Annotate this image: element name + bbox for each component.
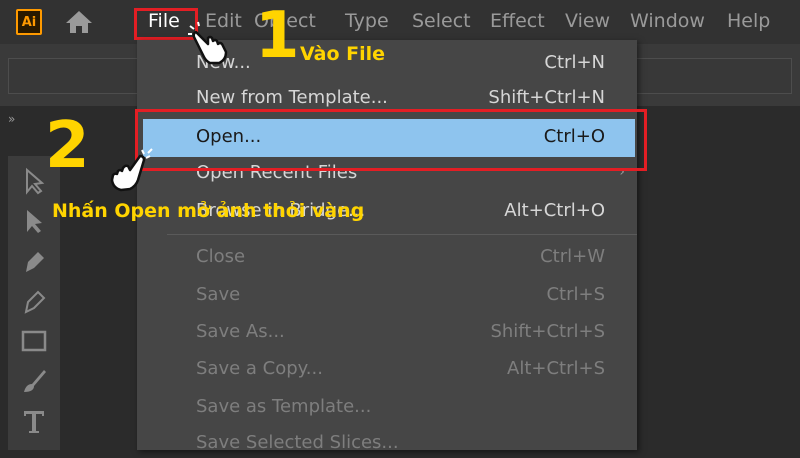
menu-window[interactable]: Window bbox=[630, 10, 705, 32]
brush-tool-icon[interactable] bbox=[18, 366, 50, 396]
illustrator-logo-icon[interactable]: Ai bbox=[16, 9, 42, 35]
menu-item-close[interactable]: Close Ctrl+W bbox=[137, 242, 637, 272]
type-tool-icon[interactable] bbox=[18, 406, 50, 436]
menu-item-label: Close bbox=[196, 246, 246, 267]
menu-type[interactable]: Type bbox=[345, 10, 389, 32]
curvature-tool-icon[interactable] bbox=[18, 286, 50, 316]
direct-selection-tool-icon[interactable] bbox=[18, 206, 50, 236]
menu-item-save-as-template[interactable]: Save as Template... bbox=[137, 392, 637, 422]
file-dropdown-menu: New... Ctrl+N New from Template... Shift… bbox=[137, 40, 637, 453]
menu-item-save-a-copy[interactable]: Save a Copy... Alt+Ctrl+S bbox=[137, 354, 637, 384]
rectangle-tool-icon[interactable] bbox=[18, 326, 50, 356]
menu-item-shortcut: Ctrl+S bbox=[546, 284, 605, 305]
menu-select[interactable]: Select bbox=[412, 10, 471, 32]
menu-item-save-selected-slices[interactable]: Save Selected Slices... bbox=[137, 428, 637, 458]
menu-item-shortcut: Ctrl+W bbox=[540, 246, 605, 267]
menu-item-shortcut: Shift+Ctrl+N bbox=[488, 87, 605, 108]
menu-item-shortcut: Ctrl+N bbox=[544, 52, 605, 73]
menu-view[interactable]: View bbox=[565, 10, 610, 32]
menu-item-shortcut: Shift+Ctrl+S bbox=[490, 321, 605, 342]
menu-item-shortcut: Alt+Ctrl+O bbox=[504, 200, 605, 221]
menu-item-label: Save bbox=[196, 284, 241, 305]
step-1-number: 1 bbox=[255, 0, 300, 73]
menu-help[interactable]: Help bbox=[727, 10, 770, 32]
menu-effect[interactable]: Effect bbox=[490, 10, 545, 32]
pen-tool-icon[interactable] bbox=[18, 246, 50, 276]
step-1-label: Vào File bbox=[300, 43, 386, 65]
open-highlight-box bbox=[135, 109, 647, 171]
step-2-number: 2 bbox=[45, 109, 90, 183]
menu-item-label: Save a Copy... bbox=[196, 358, 323, 379]
menu-item-shortcut: Alt+Ctrl+S bbox=[507, 358, 605, 379]
menu-separator bbox=[167, 234, 637, 235]
menu-item-label: New from Template... bbox=[196, 87, 388, 108]
collapse-chevron-icon[interactable]: » bbox=[8, 112, 15, 126]
menu-bar: Ai File Edit Object Type Select Effect V… bbox=[0, 0, 800, 44]
menu-item-save-as[interactable]: Save As... Shift+Ctrl+S bbox=[137, 317, 637, 347]
hand-pointer-icon bbox=[110, 148, 153, 192]
home-icon[interactable] bbox=[64, 9, 94, 35]
hand-pointer-icon bbox=[188, 21, 228, 65]
menu-item-save[interactable]: Save Ctrl+S bbox=[137, 280, 637, 310]
menu-item-label: Save as Template... bbox=[196, 396, 372, 417]
step-2-label: Nhấn Open mở ảnh thỏi vàng bbox=[52, 200, 365, 222]
menu-item-label: Save As... bbox=[196, 321, 285, 342]
